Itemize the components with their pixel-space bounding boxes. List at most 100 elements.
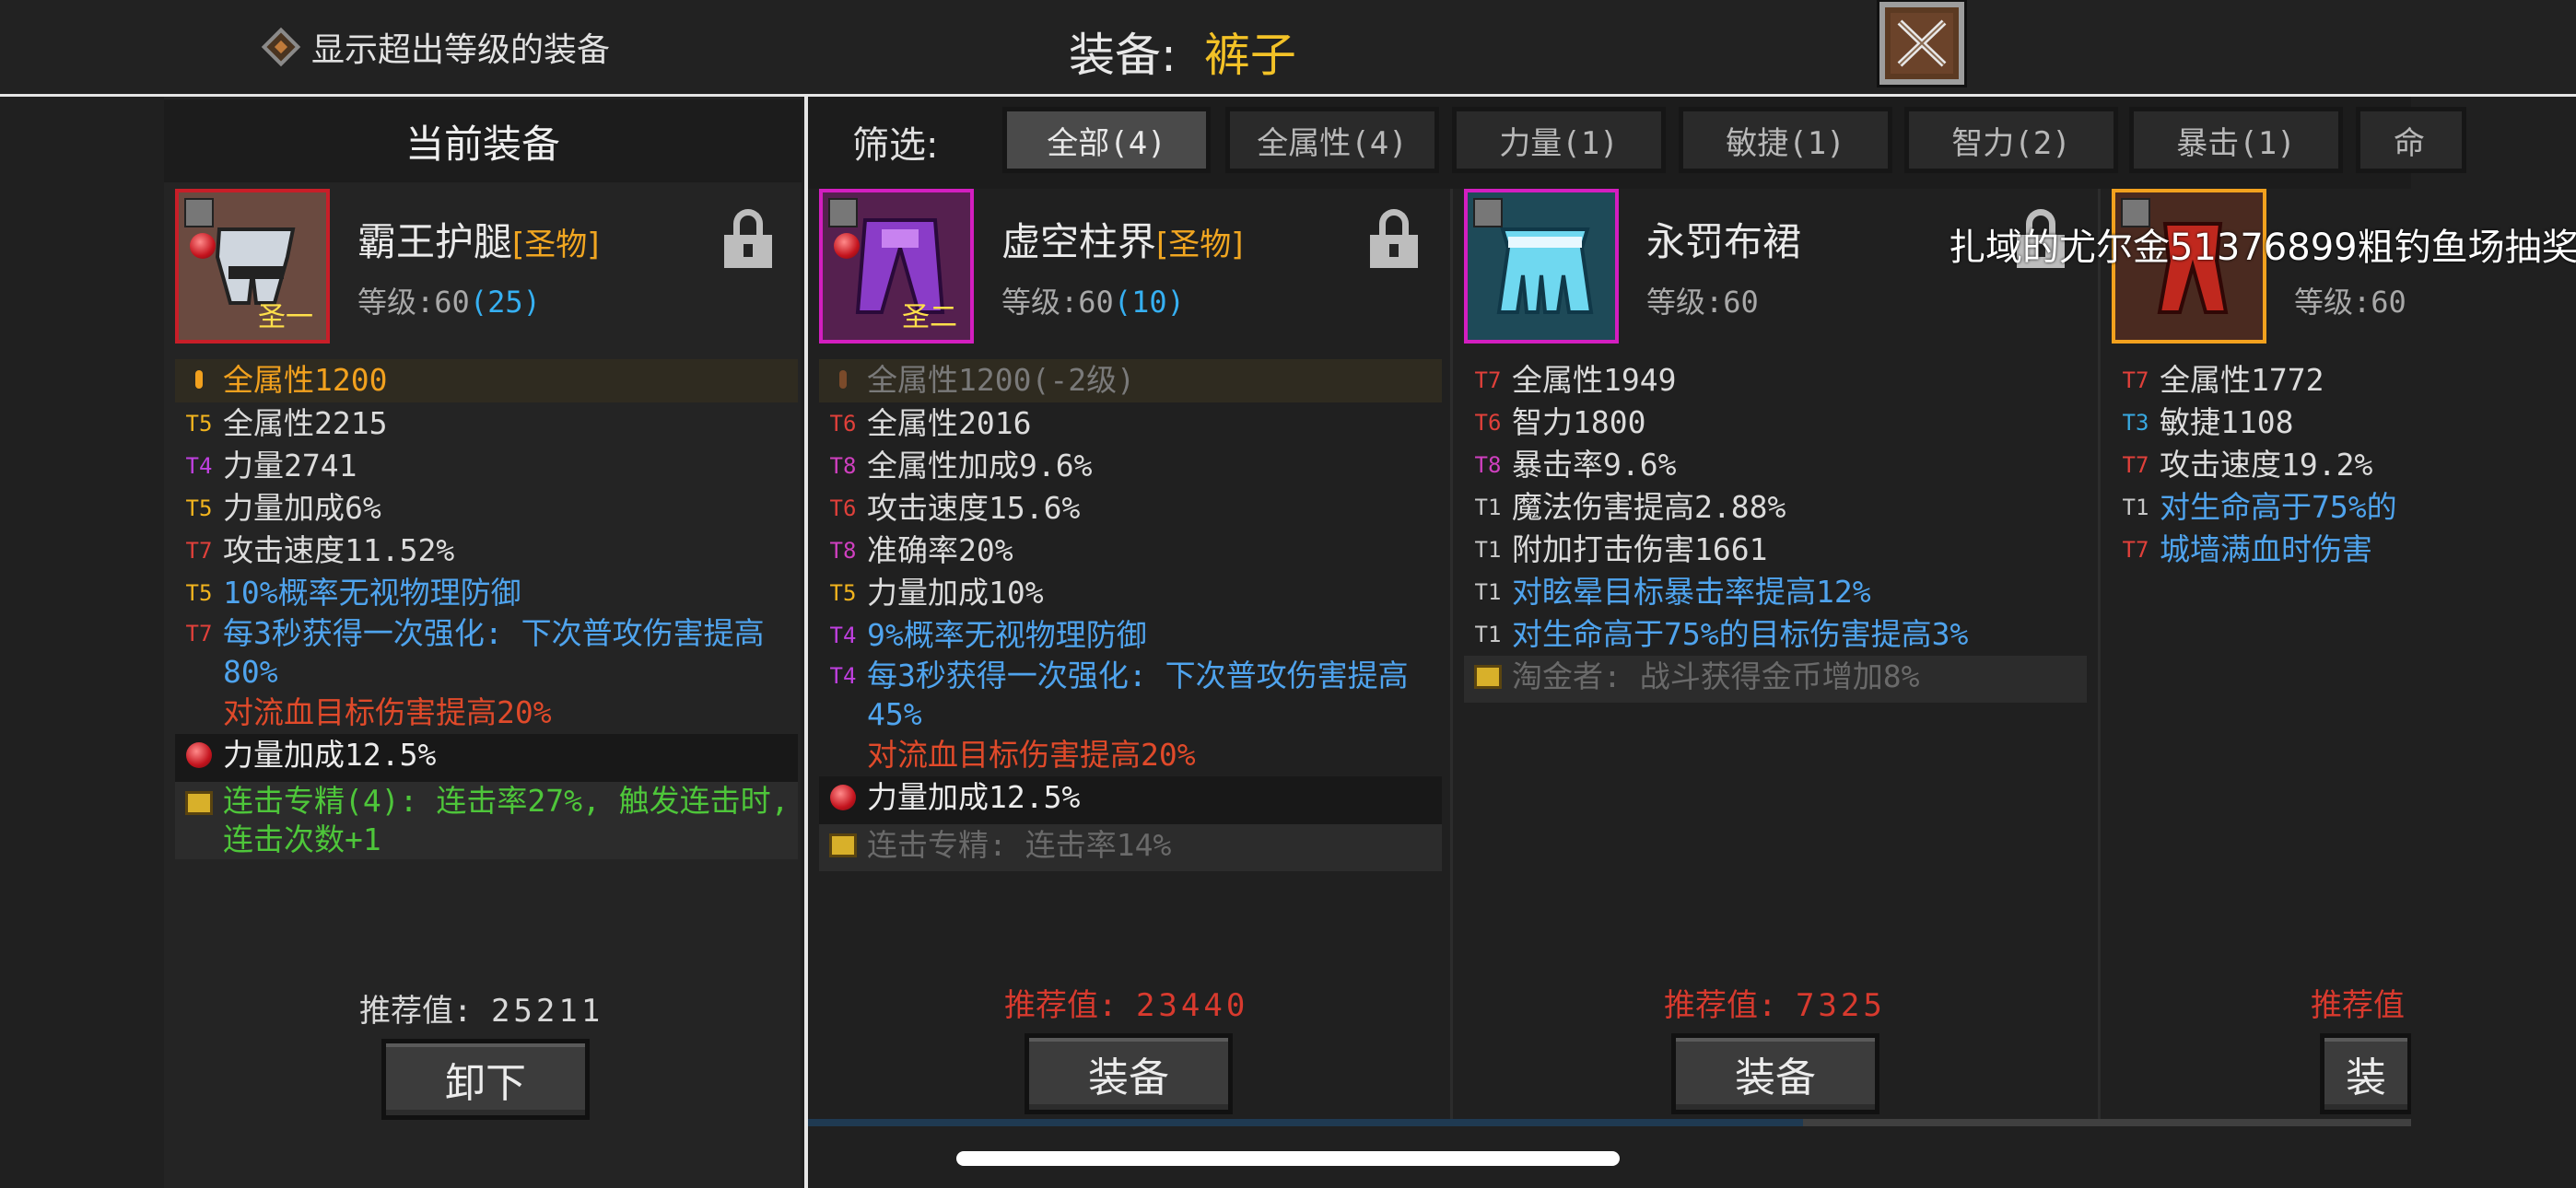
stat-text: 准确率20% <box>867 532 1013 568</box>
stat-text: 力量加成12.5% <box>223 737 437 773</box>
item-name: 霸王护腿[圣物] <box>357 211 600 267</box>
stat-tier: T8 <box>829 453 857 479</box>
stat-text: 攻击速度11.52% <box>223 532 455 568</box>
stat-row: 对流血目标伤害提高20% <box>175 692 798 734</box>
item-icon[interactable]: 圣二 <box>819 189 974 344</box>
item-icon[interactable]: 圣一 <box>175 189 330 344</box>
stat-text: 10%概率无视物理防御 <box>223 575 521 611</box>
base-stat-marker-icon <box>175 359 223 402</box>
home-indicator[interactable] <box>956 1151 1620 1166</box>
base-stat-marker-icon <box>819 359 867 402</box>
current-equipment-header: 当前装备 <box>164 99 802 182</box>
equip-button[interactable]: 装备 <box>1025 1033 1233 1114</box>
holy-rank-tag: 圣二 <box>902 301 957 333</box>
item-level: 等级:60(25) <box>357 279 541 321</box>
filter-tab-intelligence[interactable]: 智力(2) <box>1904 107 2118 173</box>
show-over-level-label: 显示超出等级的装备 <box>311 31 611 69</box>
close-button[interactable] <box>1879 2 1964 85</box>
equip-button[interactable]: 装 <box>2320 1033 2412 1114</box>
stat-row: 连击专精(4): 连击率27%, 触发连击时, 连击次数+1 <box>175 782 798 859</box>
stat-text: 每3秒获得一次强化: 下次普攻伤害提高45% <box>867 658 1409 732</box>
stat-row: T5 力量加成10% <box>819 572 1442 614</box>
stat-text: 力量加成12.5% <box>867 779 1081 815</box>
unlock-icon[interactable] <box>724 209 772 268</box>
holy-rank-tag: 圣一 <box>258 301 313 333</box>
recommend-label: 推荐值 <box>2311 987 2405 1024</box>
stat-row: T8 准确率20% <box>819 530 1442 572</box>
stat-row: T5 10%概率无视物理防御 <box>175 572 798 614</box>
item-level-text: 等级:60 <box>1646 285 1759 320</box>
recommend-value: 推荐值: 7325 <box>1664 980 1886 1025</box>
stat-tier: T8 <box>1474 452 1502 478</box>
stat-row: T6 全属性2016 <box>819 402 1442 445</box>
item-stats-list: 全属性1200 T5 全属性2215 T4 力量2741 T5 力量加成6% T7 攻击速度11… <box>175 359 798 859</box>
close-x-icon <box>1891 13 1953 74</box>
filter-tab-more[interactable]: 命 <box>2356 107 2466 173</box>
stat-tier: T7 <box>2122 367 2149 393</box>
stat-tier: T4 <box>185 453 213 479</box>
skill-book-icon <box>819 824 867 871</box>
list-clip-mask <box>2411 189 2576 1119</box>
stat-row: T1 对眩晕目标暴击率提高12% <box>1464 571 2087 613</box>
equip-slot-name: 裤子 <box>1203 29 1296 82</box>
stat-text: 对生命高于75%的目标伤害提高3% <box>1512 616 1969 652</box>
filter-tab-agility[interactable]: 敏捷(1) <box>1679 107 1892 173</box>
stat-row: T7 攻击速度11.52% <box>175 530 798 572</box>
red-gem-icon <box>175 734 223 782</box>
stat-text: 对眩晕目标暴击率提高12% <box>1512 574 1871 610</box>
item-level-text: 等级:60 <box>1001 285 1114 320</box>
stat-text: 力量加成6% <box>223 490 381 526</box>
stat-text: 连击专精: 连击率14% <box>867 827 1172 863</box>
enhance-level: (25) <box>469 285 541 320</box>
recommend-value: 推荐值 <box>2311 980 2405 1025</box>
item-icon[interactable] <box>1464 189 1619 344</box>
stat-tier: T1 <box>2122 495 2149 520</box>
show-over-level-toggle[interactable]: 显示超出等级的装备 <box>261 20 611 74</box>
horizontal-scroll-thumb[interactable] <box>808 1119 1803 1126</box>
skill-book-icon <box>1464 656 1512 703</box>
filter-tab-all-attributes[interactable]: 全属性(4) <box>1225 107 1439 173</box>
stat-tier: T7 <box>2122 537 2149 563</box>
stat-row: T1 魔法伤害提高2.88% <box>1464 486 2087 529</box>
holy-relic-label: [圣物] <box>512 227 600 263</box>
recommend-number: 25211 <box>490 993 604 1030</box>
stat-tier: T5 <box>185 580 213 606</box>
item-name-text: 永罚布裙 <box>1646 219 1802 264</box>
stat-row: 全属性1200(-2级) <box>819 359 1442 402</box>
holy-relic-label: [圣物] <box>1156 227 1244 263</box>
filter-tab-crit[interactable]: 暴击(1) <box>2129 107 2343 173</box>
stat-text: 连击专精(4): 连击率27%, 触发连击时, 连击次数+1 <box>223 783 790 857</box>
stat-row: T5 全属性2215 <box>175 402 798 445</box>
stat-text: 攻击速度15.6% <box>867 490 1081 526</box>
stat-row: T7 每3秒获得一次强化: 下次普攻伤害提高80% <box>175 614 798 692</box>
item-level: 等级:60(10) <box>1001 279 1185 321</box>
stat-text: 全属性2215 <box>223 405 388 441</box>
item-level-text: 等级:60 <box>357 285 470 320</box>
stat-text: 附加打击伤害1661 <box>1512 531 1768 567</box>
enhance-level: (10) <box>1113 285 1185 320</box>
stat-text: 每3秒获得一次强化: 下次普攻伤害提高80% <box>223 615 765 690</box>
stat-row: 力量加成12.5% <box>819 776 1442 824</box>
pants-icon <box>1496 227 1594 314</box>
item-name-text: 虚空柱界 <box>1001 219 1157 264</box>
stat-tier: T1 <box>1474 495 1502 520</box>
stat-tier: T6 <box>1474 410 1502 436</box>
skill-book-icon <box>175 782 223 827</box>
stat-row: T8 暴击率9.6% <box>1464 444 2087 486</box>
diamond-checkbox-icon[interactable] <box>261 27 301 67</box>
unequip-button[interactable]: 卸下 <box>381 1039 590 1120</box>
stat-text: 暴击率9.6% <box>1512 447 1677 483</box>
unlock-icon[interactable] <box>1370 209 1418 268</box>
panel-divider <box>804 97 808 1188</box>
filter-tab-all[interactable]: 全部(4) <box>1002 107 1211 173</box>
stat-tier: T7 <box>185 538 213 564</box>
item-level: 等级:60 <box>1646 279 1759 321</box>
stat-row: T7 全属性1772 <box>2112 359 2416 402</box>
stat-text: 对流血目标伤害提高20% <box>223 694 552 730</box>
stat-tier: T1 <box>1474 622 1502 647</box>
filter-tab-strength[interactable]: 力量(1) <box>1452 107 1666 173</box>
stat-text: 城墙满血时伤害 <box>2160 531 2372 567</box>
recommend-label: 推荐值: <box>1004 987 1136 1024</box>
equip-button[interactable]: 装备 <box>1671 1033 1879 1114</box>
stat-row: T7 攻击速度19.2% <box>2112 444 2416 486</box>
